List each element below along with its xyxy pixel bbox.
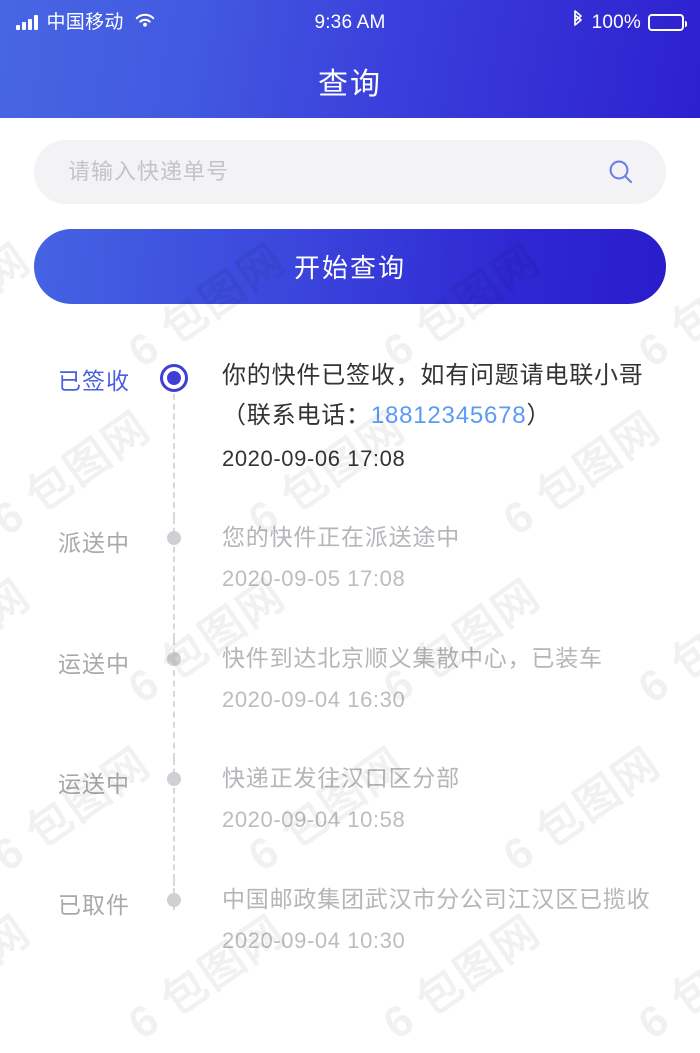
timeline-row: 派送中 您的快件正在派送途中 2020-09-05 17:08 (0, 518, 670, 639)
timeline-message: 中国邮政集团武汉市分公司江汉区已揽收 (222, 885, 651, 912)
timeline-message: 您的快件正在派送途中 (222, 524, 460, 551)
search-icon[interactable] (604, 155, 638, 189)
phone-screen: 中国移动 9:36 AM 100% 查询 请输入快递单号 开始查询 已签收 你的… (0, 0, 700, 1053)
action-section: 开始查询 (0, 204, 700, 304)
timeline-status-label: 已签收 (58, 368, 130, 394)
timeline-status-label: 已取件 (58, 891, 130, 918)
timeline-active-marker-icon (160, 364, 188, 392)
timeline-status-label: 派送中 (58, 530, 130, 557)
timeline-status-label: 运送中 (58, 771, 130, 798)
status-bar: 中国移动 9:36 AM 100% (0, 0, 700, 44)
battery-percent-label: 100% (591, 11, 641, 33)
timeline-marker-icon (167, 892, 181, 907)
carrier-label: 中国移动 (46, 11, 124, 33)
timeline-row: 运送中 快件到达北京顺义集散中心，已装车 2020-09-04 16:30 (0, 638, 670, 760)
timeline-body: 快递正发往汉口区分部 2020-09-04 10:58 (198, 759, 670, 879)
timeline-message-suffix: ） (526, 402, 552, 429)
wifi-icon (133, 11, 157, 34)
timeline-message: 快递正发往汉口区分部 (222, 765, 460, 792)
timeline-timestamp: 2020-09-04 16:30 (222, 686, 406, 712)
timeline-timestamp: 2020-09-05 17:08 (222, 566, 406, 592)
timeline-marker-icon (167, 651, 181, 666)
timeline-rail (150, 759, 198, 880)
signal-bars-icon (16, 14, 38, 30)
bluetooth-icon (571, 9, 585, 35)
timeline-row: 已取件 中国邮政集团武汉市分公司江汉区已揽收 2020-09-04 10:30 (0, 879, 670, 1000)
start-query-button[interactable]: 开始查询 (34, 229, 666, 304)
status-bar-right: 100% (571, 9, 687, 35)
search-input[interactable] (66, 158, 604, 186)
contact-phone-link[interactable]: 18812345678 (371, 402, 527, 429)
timeline-connector-line (173, 384, 175, 519)
timeline-message: 你的快件已签收，如有问题请电联小哥（联系电话：18812345678） (222, 356, 670, 436)
clock-label: 9:36 AM (314, 11, 386, 33)
title-bar: 查询 (0, 44, 700, 118)
search-section (0, 118, 700, 204)
timeline-rail (150, 638, 198, 760)
timeline-body: 你的快件已签收，如有问题请电联小哥（联系电话：18812345678） 2020-… (198, 356, 670, 518)
search-box[interactable] (34, 140, 666, 204)
battery-full-icon (648, 13, 687, 31)
timeline-marker-icon (167, 531, 181, 546)
timeline-rail (150, 356, 198, 519)
timeline-marker-icon (167, 772, 181, 787)
timeline-timestamp: 2020-09-06 17:08 (222, 446, 406, 471)
timeline-body: 您的快件正在派送途中 2020-09-05 17:08 (198, 518, 670, 638)
app-header: 中国移动 9:36 AM 100% 查询 (0, 0, 700, 118)
timeline-timestamp: 2020-09-04 10:30 (222, 927, 406, 953)
timeline-row: 已签收 你的快件已签收，如有问题请电联小哥（联系电话：18812345678） 20… (0, 356, 670, 519)
timeline-status-label: 运送中 (58, 650, 130, 677)
tracking-timeline: 已签收 你的快件已签收，如有问题请电联小哥（联系电话：18812345678） 20… (0, 356, 700, 1000)
timeline-body: 快件到达北京顺义集散中心，已装车 2020-09-04 16:30 (198, 639, 670, 759)
timeline-row: 运送中 快递正发往汉口区分部 2020-09-04 10:58 (0, 759, 670, 880)
timeline-rail (150, 518, 198, 639)
timeline-body: 中国邮政集团武汉市分公司江汉区已揽收 2020-09-04 10:30 (198, 880, 670, 1000)
timeline-rail (150, 879, 198, 1000)
timeline-timestamp: 2020-09-04 10:58 (222, 807, 406, 833)
timeline-message: 快件到达北京顺义集散中心，已装车 (222, 644, 603, 671)
page-title: 查询 (318, 68, 382, 101)
status-bar-left: 中国移动 (16, 11, 157, 34)
